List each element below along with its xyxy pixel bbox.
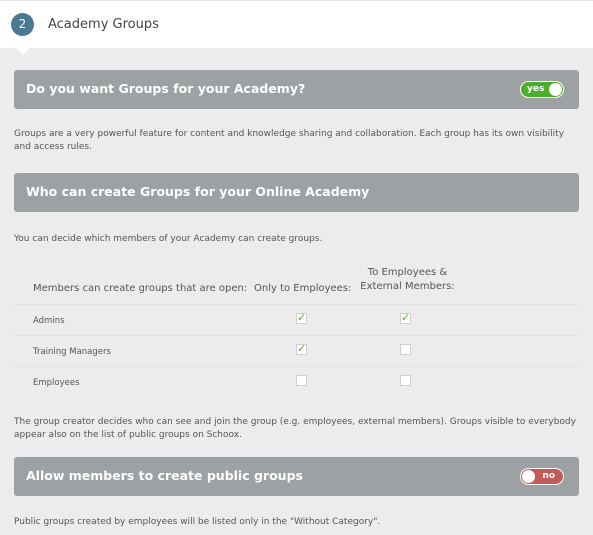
header-pointer	[15, 47, 31, 55]
groups-description: Groups are a very powerful feature for c…	[14, 129, 565, 152]
table-row: Training Managers	[14, 335, 579, 367]
toggle-knob	[549, 83, 562, 96]
training-managers-external-checkbox[interactable]	[400, 344, 411, 355]
public-groups-toggle[interactable]: no	[520, 468, 564, 485]
toggle-no-label: no	[542, 471, 555, 481]
row-label-admins: Admins	[33, 316, 65, 326]
who-can-create-title: Who can create Groups for your Online Ac…	[26, 184, 370, 199]
public-groups-title: Allow members to create public groups	[26, 468, 303, 483]
employees-employees-checkbox[interactable]	[296, 375, 307, 386]
who-can-create-description: You can decide which members of your Aca…	[14, 234, 323, 244]
who-can-create-section: Who can create Groups for your Online Ac…	[14, 173, 579, 212]
public-groups-description: Public groups created by employees will …	[14, 517, 381, 527]
step-title: Academy Groups	[48, 17, 159, 32]
table-row: Admins	[14, 304, 579, 336]
admins-external-checkbox[interactable]	[400, 311, 411, 324]
column-header-external: To Employees & External Members:	[360, 267, 455, 292]
row-label-employees: Employees	[33, 378, 80, 388]
groups-enabled-section: Do you want Groups for your Academy? yes	[14, 70, 579, 109]
row-label-training-managers: Training Managers	[33, 347, 111, 357]
training-managers-employees-checkbox[interactable]	[296, 342, 307, 355]
column-header-external-line2: External Members:	[360, 281, 455, 292]
groups-enabled-title: Do you want Groups for your Academy?	[26, 81, 306, 96]
groups-enabled-toggle[interactable]: yes	[520, 81, 564, 98]
toggle-yes-label: yes	[527, 84, 545, 94]
public-groups-section: Allow members to create public groups no	[14, 457, 579, 496]
column-header-external-line1: To Employees &	[367, 267, 448, 278]
admins-employees-checkbox[interactable]	[296, 311, 307, 324]
employees-external-checkbox[interactable]	[400, 375, 411, 386]
step-number-badge: 2	[11, 13, 34, 36]
visibility-note: The group creator decides who can see an…	[14, 417, 576, 440]
table-row: Employees	[14, 366, 579, 398]
step-header: 2 Academy Groups	[0, 0, 593, 48]
table-header-row-label: Members can create groups that are open:	[33, 283, 248, 294]
toggle-knob	[522, 470, 535, 483]
column-header-employees: Only to Employees:	[254, 283, 352, 294]
